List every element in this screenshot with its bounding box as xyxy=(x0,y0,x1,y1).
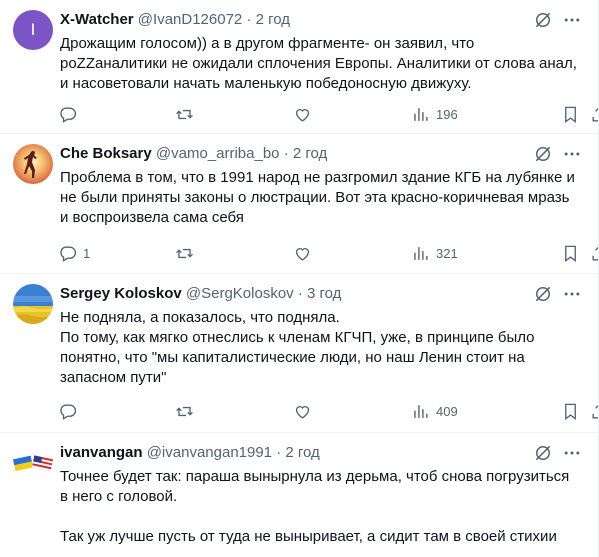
tweet-text-line: Не подняла, а показалось, что подняла. xyxy=(60,309,340,326)
author-name[interactable]: Che Boksary xyxy=(60,145,152,162)
author-handle[interactable]: @vamo_arriba_bo xyxy=(156,145,280,162)
bookmark-button[interactable] xyxy=(561,103,580,125)
heart-icon xyxy=(295,405,310,419)
grok-icon[interactable] xyxy=(533,284,553,304)
tweet-text: Точнее будет так: параша вынырнула из де… xyxy=(60,467,585,547)
grok-icon[interactable] xyxy=(533,443,553,463)
more-icon[interactable] xyxy=(562,144,582,164)
author-handle[interactable]: @IvanD126072 xyxy=(138,11,242,28)
tweet-text-line: Так уж лучше пусть от туда не выныривает… xyxy=(60,528,557,545)
more-icon[interactable] xyxy=(562,10,582,30)
more-icon[interactable] xyxy=(562,443,582,463)
tweet-text-line: и воспроизвела сама себя xyxy=(60,209,244,226)
tweet-header: Che Boksary @vamo_arriba_bo · 2 год xyxy=(60,145,327,163)
repost-arrows-icon xyxy=(176,406,193,416)
avatar-letter: I xyxy=(30,20,36,39)
tweet-text-line: Точнее будет так: параша вынырнула из де… xyxy=(60,468,570,485)
views-count: 409 xyxy=(436,403,458,419)
separator-dot: · xyxy=(276,444,282,461)
sunset-silhouette-avatar xyxy=(13,144,53,184)
avatar[interactable] xyxy=(13,284,53,324)
repost-arrows-icon xyxy=(176,248,193,258)
heart-icon xyxy=(295,108,310,122)
avatar[interactable] xyxy=(12,443,54,483)
separator-dot: · xyxy=(297,285,303,302)
like-button[interactable] xyxy=(293,400,318,422)
tweet-card[interactable]: Sergey Koloskov @SergKoloskov · 3 год Не… xyxy=(0,274,599,433)
repost-button[interactable] xyxy=(175,242,200,264)
tweet-card[interactable]: ivanvangan @ivanvangan1991 · 2 год Точне… xyxy=(0,433,598,557)
reply-count: 1 xyxy=(83,245,91,261)
bookmark-button[interactable] xyxy=(561,242,580,264)
heart-icon xyxy=(295,247,310,261)
reply-button[interactable]: 1 xyxy=(58,242,90,264)
action-bar: 196 xyxy=(58,103,599,125)
action-bar: 409 xyxy=(58,400,599,422)
tweet-text-line: запасном пути" xyxy=(60,369,167,386)
tweet-text-line: не были приняты законы о люстрации. Вот … xyxy=(60,189,570,206)
like-button[interactable] xyxy=(293,242,318,264)
grok-icon[interactable] xyxy=(533,10,553,30)
tweet-text-line: и насоветовали начать маленькую победоно… xyxy=(60,75,472,92)
tweet-text-line: в него с головой. xyxy=(60,488,178,505)
reply-button[interactable] xyxy=(58,400,83,422)
timestamp[interactable]: 2 год xyxy=(285,444,319,461)
tweet-text: Не подняла, а показалось, что подняла. П… xyxy=(60,308,585,388)
views-count: 196 xyxy=(436,106,458,122)
tweet-text-line: poZZаналитики не ожидали сплочения Европ… xyxy=(60,55,577,72)
views-count: 321 xyxy=(436,245,458,261)
timestamp[interactable]: 3 год xyxy=(307,285,341,302)
author-handle[interactable]: @SergKoloskov xyxy=(186,285,294,302)
repost-button[interactable] xyxy=(175,400,200,422)
action-bar: 1 321 xyxy=(58,242,599,264)
bookmark-icon xyxy=(565,403,576,420)
tweet-text: Проблема в том, что в 1991 народ не разг… xyxy=(60,168,585,228)
repost-button[interactable] xyxy=(175,103,200,125)
views-button[interactable]: 196 xyxy=(411,103,458,125)
bar-chart-icon xyxy=(414,107,428,121)
tweet-text-line: понятно, что "мы капиталистические люди,… xyxy=(60,349,525,366)
views-button[interactable]: 321 xyxy=(411,242,458,264)
separator-dot: · xyxy=(246,11,252,28)
tweet-text: Дрожащим голосом)) а в другом фрагменте-… xyxy=(60,34,585,94)
tweet-header: ivanvangan @ivanvangan1991 · 2 год xyxy=(60,444,320,462)
reply-feed: I X-Watcher @IvanD126072 · 2 год Дрожащи… xyxy=(0,0,599,557)
repost-arrows-icon xyxy=(176,109,193,119)
tweet-text-line: По тому, как мягко отнеслись к членам КГ… xyxy=(60,329,535,346)
reply-button[interactable] xyxy=(58,103,83,125)
more-icon[interactable] xyxy=(562,284,582,304)
tweet-card[interactable]: I X-Watcher @IvanD126072 · 2 год Дрожащи… xyxy=(0,0,599,134)
tweet-text-line: Проблема в том, что в 1991 народ не разг… xyxy=(60,169,575,186)
timestamp[interactable]: 2 год xyxy=(293,145,327,162)
bookmark-button[interactable] xyxy=(561,400,580,422)
speech-bubble-icon xyxy=(60,245,77,262)
author-name[interactable]: ivanvangan xyxy=(60,444,143,461)
avatar[interactable] xyxy=(13,144,53,184)
separator-dot: · xyxy=(283,145,289,162)
grok-icon[interactable] xyxy=(533,144,553,164)
speech-bubble-icon xyxy=(60,106,77,123)
bookmark-icon xyxy=(565,245,576,262)
tweet-text-line xyxy=(60,507,585,527)
author-name[interactable]: Sergey Koloskov xyxy=(60,285,182,302)
tweet-header: X-Watcher @IvanD126072 · 2 год xyxy=(60,11,290,29)
like-button[interactable] xyxy=(293,103,318,125)
author-handle[interactable]: @ivanvangan1991 xyxy=(147,444,272,461)
avatar[interactable]: I xyxy=(13,10,53,50)
tweet-card[interactable]: Che Boksary @vamo_arriba_bo · 2 год Проб… xyxy=(0,134,599,274)
flags-avatar xyxy=(12,455,54,472)
tweet-header: Sergey Koloskov @SergKoloskov · 3 год xyxy=(60,285,341,303)
author-name[interactable]: X-Watcher xyxy=(60,11,134,28)
views-button[interactable]: 409 xyxy=(411,400,458,422)
bar-chart-icon xyxy=(414,246,428,260)
bar-chart-icon xyxy=(414,404,428,418)
bookmark-icon xyxy=(565,106,576,123)
tweet-text-line: Дрожащим голосом)) а в другом фрагменте-… xyxy=(60,35,475,52)
speech-bubble-icon xyxy=(60,403,77,420)
timestamp[interactable]: 2 год xyxy=(256,11,290,28)
ukraine-field-avatar xyxy=(13,284,53,324)
